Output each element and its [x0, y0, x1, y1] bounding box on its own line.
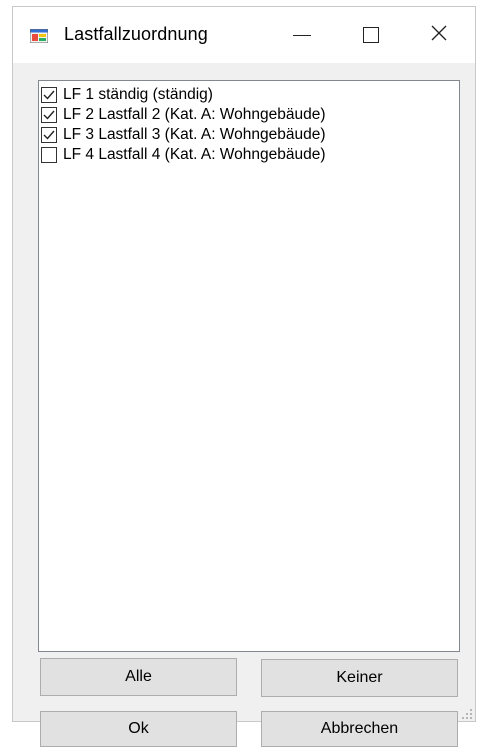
list-item-label: LF 4 Lastfall 4 (Kat. A: Wohngebäude) [63, 145, 326, 163]
cancel-button[interactable]: Abbrechen [261, 711, 458, 747]
list-item-label: LF 1 ständig (ständig) [63, 85, 213, 103]
app-window-icon [29, 28, 49, 44]
checkbox-lf2[interactable] [41, 106, 57, 123]
close-icon [430, 24, 448, 47]
resize-grip-icon[interactable] [461, 707, 473, 719]
list-item-lf4[interactable]: LF 4 Lastfall 4 (Kat. A: Wohngebäude) [41, 145, 326, 164]
checkbox-lf1[interactable] [41, 86, 57, 103]
maximize-icon [363, 27, 379, 43]
close-button[interactable] [416, 15, 462, 55]
window-title: Lastfallzuordnung [64, 24, 208, 44]
minimize-icon [293, 34, 311, 36]
title-bar[interactable]: Lastfallzuordnung [13, 7, 475, 63]
list-item-label: LF 2 Lastfall 2 (Kat. A: Wohngebäude) [63, 105, 326, 123]
list-item-label: LF 3 Lastfall 3 (Kat. A: Wohngebäude) [63, 125, 326, 143]
check-icon [43, 110, 55, 120]
maximize-button[interactable] [348, 15, 394, 55]
check-icon [43, 90, 55, 100]
ok-button[interactable]: Ok [40, 711, 237, 747]
minimize-button[interactable] [279, 15, 325, 55]
list-item-lf2[interactable]: LF 2 Lastfall 2 (Kat. A: Wohngebäude) [41, 105, 326, 124]
check-icon [43, 130, 55, 140]
checkbox-lf4[interactable] [41, 146, 57, 163]
select-none-button[interactable]: Keiner [261, 659, 458, 697]
checkbox-lf3[interactable] [41, 126, 57, 143]
load-case-checklist[interactable]: LF 1 ständig (ständig) LF 2 Lastfall 2 (… [38, 80, 460, 652]
select-all-button[interactable]: Alle [40, 658, 237, 696]
list-item-lf3[interactable]: LF 3 Lastfall 3 (Kat. A: Wohngebäude) [41, 125, 326, 144]
dialog-window: Lastfallzuordnung LF 1 ständig (ständig) [12, 6, 476, 747]
list-item-lf1[interactable]: LF 1 ständig (ständig) [41, 85, 213, 104]
